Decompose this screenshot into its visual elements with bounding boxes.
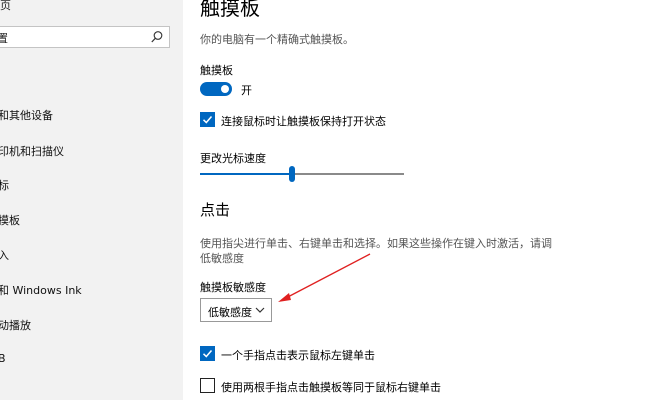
search-input[interactable]: 置 xyxy=(0,30,8,46)
two-finger-tap-checkbox[interactable] xyxy=(200,378,215,393)
taps-heading: 点击 xyxy=(200,201,231,219)
cursor-speed-label: 更改光标速度 xyxy=(200,152,266,165)
chevron-down-icon xyxy=(255,307,265,313)
touchpad-description: 你的电脑有一个精确式触摸板。 xyxy=(200,33,354,46)
checkmark-icon xyxy=(202,350,213,358)
sensitivity-dropdown[interactable]: 低敏感度 xyxy=(200,298,272,322)
cursor-speed-slider-thumb[interactable] xyxy=(288,166,295,182)
sidebar-item-devices[interactable]: 和其他设备 xyxy=(0,107,53,123)
settings-nav-pane: 页 置 和其他设备 印机和扫描仪 标 摸板 入 和 Windows Ink 动播… xyxy=(0,0,183,400)
sidebar-item-touchpad[interactable]: 摸板 xyxy=(0,212,20,228)
two-finger-tap-label: 使用两根手指点击触摸板等同于鼠标右键单击 xyxy=(221,381,441,394)
sidebar-item-autoplay[interactable]: 动播放 xyxy=(0,317,31,333)
keep-touchpad-on-checkbox[interactable] xyxy=(200,112,215,127)
sidebar-item-pen[interactable]: 和 Windows Ink xyxy=(0,282,82,298)
sidebar-item-usb[interactable]: B xyxy=(0,352,6,365)
touchpad-toggle[interactable] xyxy=(200,82,232,96)
single-finger-tap-label: 一个手指点击表示鼠标左键单击 xyxy=(221,349,375,362)
sidebar-item-typing[interactable]: 入 xyxy=(0,247,9,263)
taps-description-line2: 低敏感度 xyxy=(200,252,244,265)
single-finger-tap-checkbox[interactable] xyxy=(200,346,215,361)
keep-touchpad-on-label: 连接鼠标时让触摸板保持打开状态 xyxy=(221,115,386,128)
settings-search-box[interactable]: 置 xyxy=(0,26,170,48)
toggle-state-label: 开 xyxy=(241,84,252,97)
checkmark-icon xyxy=(202,116,213,124)
search-icon[interactable] xyxy=(150,30,164,44)
sidebar-item-printers[interactable]: 印机和扫描仪 xyxy=(0,143,64,159)
nav-home-text[interactable]: 页 xyxy=(0,0,11,13)
toggle-knob xyxy=(221,85,229,93)
touchpad-settings-page: 触摸板 你的电脑有一个精确式触摸板。 触摸板 开 连接鼠标时让触摸板保持打开状态… xyxy=(183,0,645,400)
taps-description-line1: 使用指尖进行单击、右键单击和选择。如果这些操作在键入时激活，请调 xyxy=(200,237,552,250)
sensitivity-selected-value: 低敏感度 xyxy=(208,306,252,319)
cursor-speed-slider-track[interactable] xyxy=(200,173,404,175)
sensitivity-label: 触摸板敏感度 xyxy=(200,281,266,294)
sidebar-item-mouse[interactable]: 标 xyxy=(0,177,9,193)
touchpad-label: 触摸板 xyxy=(200,64,233,77)
page-title: 触摸板 xyxy=(200,0,260,20)
slider-fill xyxy=(200,173,292,175)
